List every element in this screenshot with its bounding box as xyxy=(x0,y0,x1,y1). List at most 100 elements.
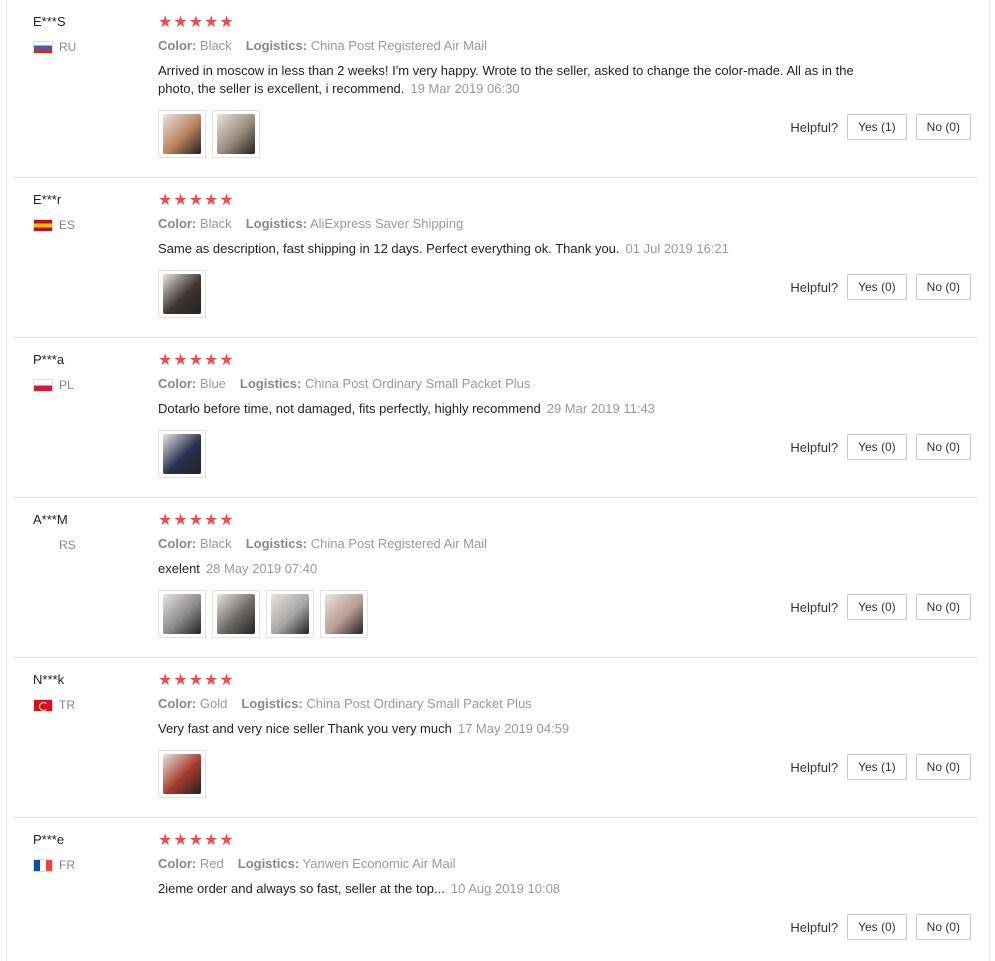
helpful-no-button[interactable]: No (0) xyxy=(915,594,971,620)
review-photo-thumbnail[interactable] xyxy=(212,590,260,638)
photo-image xyxy=(325,594,363,634)
helpful-yes-button[interactable]: Yes (0) xyxy=(847,594,907,620)
review-photo-thumbnail[interactable] xyxy=(158,590,206,638)
country-code: FR xyxy=(59,858,75,872)
helpful-label: Helpful? xyxy=(790,279,839,295)
country-code: ES xyxy=(59,218,76,232)
photo-image xyxy=(217,114,255,154)
photo-image xyxy=(163,434,201,474)
helpful-no-button[interactable]: No (0) xyxy=(915,434,971,460)
helpful-controls: Helpful? Yes (0) No (0) xyxy=(790,594,971,620)
review-item: N***k TR ★★★★★ Color: Gold Logistics: China … xyxy=(13,658,978,818)
review-body: 2ieme order and always so fast, seller a… xyxy=(158,881,445,896)
logistics-label: Logistics: xyxy=(239,376,302,391)
review-item: A***M RS ★★★★★ Color: Black Logistics: China… xyxy=(13,498,978,658)
helpful-no-button[interactable]: No (0) xyxy=(915,114,971,140)
logistics-value: AliExpress Saver Shipping xyxy=(307,216,464,231)
review-photo-thumbnail[interactable] xyxy=(158,270,206,318)
helpful-yes-button[interactable]: Yes (1) xyxy=(847,114,907,140)
review-photo-thumbnail[interactable] xyxy=(158,430,206,478)
review-photos xyxy=(158,270,206,318)
country-flag-icon xyxy=(33,858,53,872)
photo-image xyxy=(163,594,201,634)
reviewer-country: PL xyxy=(33,378,74,392)
color-value: Red xyxy=(196,856,224,871)
helpful-controls: Helpful? Yes (0) No (0) xyxy=(790,434,971,460)
review-date: 29 Mar 2019 11:43 xyxy=(546,401,655,416)
photo-image xyxy=(163,114,201,154)
helpful-no-button[interactable]: No (0) xyxy=(915,914,971,940)
review-photo-thumbnail[interactable] xyxy=(320,590,368,638)
photo-image xyxy=(217,594,255,634)
photo-image xyxy=(271,594,309,634)
review-date: 19 Mar 2019 06:30 xyxy=(410,81,520,96)
helpful-yes-button[interactable]: Yes (0) xyxy=(847,274,907,300)
reviewer-country: TR xyxy=(33,698,75,712)
color-label: Color: xyxy=(158,536,197,551)
logistics-value: China Post Registered Air Mail xyxy=(307,38,488,53)
helpful-yes-button[interactable]: Yes (1) xyxy=(847,754,907,780)
review-date: 01 Jul 2019 16:21 xyxy=(625,241,729,256)
star-rating: ★★★★★ xyxy=(158,672,235,689)
color-value: Black xyxy=(196,38,232,53)
color-value: Black xyxy=(196,536,232,551)
helpful-label: Helpful? xyxy=(790,119,839,135)
helpful-label: Helpful? xyxy=(790,439,839,455)
helpful-controls: Helpful? Yes (0) No (0) xyxy=(790,914,971,940)
logistics-label: Logistics: xyxy=(245,536,308,551)
review-photo-thumbnail[interactable] xyxy=(266,590,314,638)
star-rating: ★★★★★ xyxy=(158,14,235,31)
review-photos xyxy=(158,590,368,638)
logistics-label: Logistics: xyxy=(245,216,308,231)
review-date: 10 Aug 2019 10:08 xyxy=(450,881,561,896)
order-info: Color: Red Logistics: Yanwen Economic Air… xyxy=(158,856,455,871)
country-flag-icon xyxy=(33,698,53,712)
country-code: RS xyxy=(59,538,76,552)
helpful-no-button[interactable]: No (0) xyxy=(915,274,971,300)
review-photo-thumbnail[interactable] xyxy=(212,110,260,158)
helpful-yes-button[interactable]: Yes (0) xyxy=(847,434,907,460)
reviewer-name: A***M xyxy=(33,512,68,527)
country-flag-icon xyxy=(33,40,53,54)
review-text: exelent 28 May 2019 07:40 xyxy=(158,560,878,578)
helpful-no-button[interactable]: No (0) xyxy=(915,754,971,780)
logistics-value: China Post Ordinary Small Packet Plus xyxy=(302,696,532,711)
review-text: Same as description, fast shipping in 12… xyxy=(158,240,878,258)
star-rating: ★★★★★ xyxy=(158,352,235,369)
review-photo-thumbnail[interactable] xyxy=(158,110,206,158)
order-info: Color: Blue Logistics: China Post Ordinar… xyxy=(158,376,530,391)
country-code: TR xyxy=(59,698,75,712)
review-body: exelent xyxy=(158,561,200,576)
color-value: Blue xyxy=(196,376,226,391)
star-rating: ★★★★★ xyxy=(158,192,235,209)
reviewer-name: N***k xyxy=(33,672,65,687)
helpful-label: Helpful? xyxy=(790,599,839,615)
helpful-controls: Helpful? Yes (1) No (0) xyxy=(790,754,971,780)
reviewer-name: E***r xyxy=(33,192,62,207)
review-date: 28 May 2019 07:40 xyxy=(205,561,318,576)
reviewer-name: P***e xyxy=(33,832,65,847)
review-text: Arrived in moscow in less than 2 weeks! … xyxy=(158,62,878,98)
photo-image xyxy=(163,754,201,794)
review-photo-thumbnail[interactable] xyxy=(158,750,206,798)
logistics-value: Yanwen Economic Air Mail xyxy=(299,856,456,871)
helpful-controls: Helpful? Yes (1) No (0) xyxy=(790,114,971,140)
review-text: 2ieme order and always so fast, seller a… xyxy=(158,880,878,898)
logistics-label: Logistics: xyxy=(241,696,303,711)
review-body: Same as description, fast shipping in 12… xyxy=(158,241,620,256)
review-body: Dotarło before time, not damaged, fits p… xyxy=(158,401,541,416)
review-item: P***e FR ★★★★★ Color: Red Logistics: Yanwen … xyxy=(13,818,978,960)
logistics-label: Logistics: xyxy=(245,38,308,53)
review-photos xyxy=(158,430,206,478)
reviewer-country: RU xyxy=(33,40,76,54)
order-info: Color: Black Logistics: China Post Regist… xyxy=(158,38,487,53)
review-photos xyxy=(158,110,260,158)
color-label: Color: xyxy=(158,696,197,711)
country-code: RU xyxy=(59,40,77,54)
review-date: 17 May 2019 04:59 xyxy=(457,721,570,736)
country-code: PL xyxy=(59,378,74,392)
helpful-yes-button[interactable]: Yes (0) xyxy=(847,914,907,940)
color-value: Gold xyxy=(196,696,228,711)
star-rating: ★★★★★ xyxy=(158,512,235,529)
review-item: E***r ES ★★★★★ Color: Black Logistics: AliEx… xyxy=(13,178,978,338)
